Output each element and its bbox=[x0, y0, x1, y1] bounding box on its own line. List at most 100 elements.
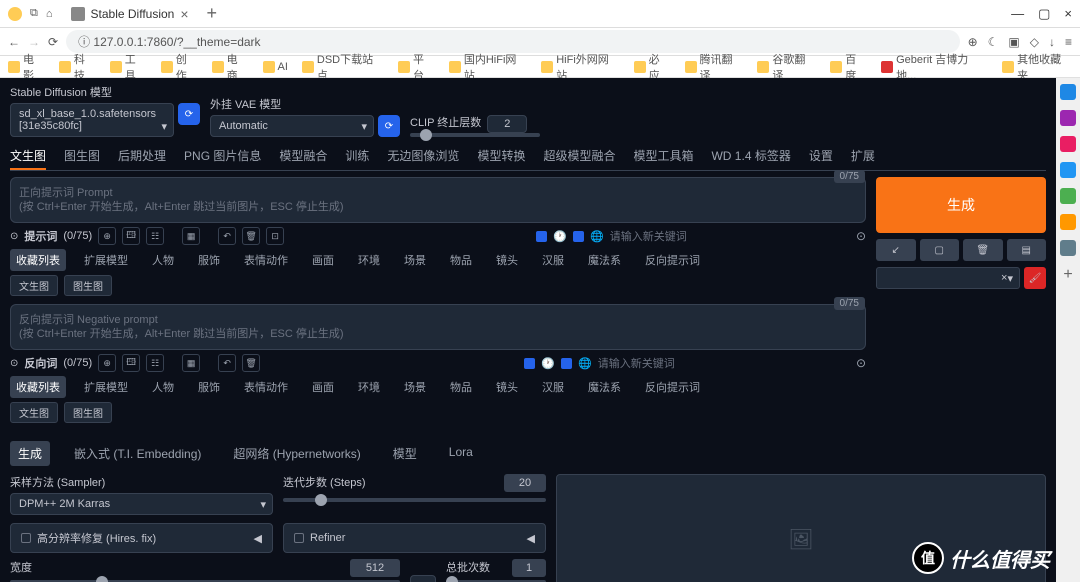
cat-neg[interactable]: 反向提示词 bbox=[639, 249, 706, 271]
tab-img2img[interactable]: 图生图 bbox=[64, 143, 100, 170]
tab-supermerge[interactable]: 超级模型融合 bbox=[543, 143, 615, 170]
refresh-vae-button[interactable]: ⟳ bbox=[378, 115, 400, 137]
sampler-select[interactable]: DPM++ 2M Karras bbox=[10, 493, 273, 515]
tab-toolbox[interactable]: 模型工具箱 bbox=[633, 143, 693, 170]
ncheckbox-2[interactable] bbox=[561, 358, 572, 369]
npill-t2i[interactable]: 文生图 bbox=[10, 402, 58, 423]
close-tab-icon[interactable]: × bbox=[180, 6, 188, 22]
nbtn-5[interactable]: ↶ bbox=[218, 354, 236, 372]
cat-expr[interactable]: 表情动作 bbox=[238, 249, 294, 271]
chevron-down-icon[interactable]: ⊙ bbox=[10, 358, 18, 369]
ncat-scene[interactable]: 画面 bbox=[306, 376, 340, 398]
refiner-accordion[interactable]: Refiner ◀ bbox=[283, 523, 546, 553]
ncat-person[interactable]: 人物 bbox=[146, 376, 180, 398]
ncat-set[interactable]: 场景 bbox=[398, 376, 432, 398]
forward-icon[interactable]: → bbox=[28, 35, 40, 49]
browser-tab[interactable]: Stable Diffusion × bbox=[61, 2, 199, 26]
npill-i2i[interactable]: 图生图 bbox=[64, 402, 112, 423]
swap-wh-button[interactable]: ⇅ bbox=[410, 575, 436, 582]
refiner-checkbox[interactable] bbox=[294, 533, 304, 543]
close-window-icon[interactable]: × bbox=[1064, 6, 1072, 22]
steps-slider[interactable] bbox=[283, 498, 546, 502]
tab-txt2img[interactable]: 文生图 bbox=[10, 143, 46, 170]
vae-select[interactable]: Automatic bbox=[210, 115, 374, 137]
cat-magic[interactable]: 魔法系 bbox=[582, 249, 627, 271]
tab-pnginfo[interactable]: PNG 图片信息 bbox=[184, 143, 261, 170]
pill-i2i[interactable]: 图生图 bbox=[64, 275, 112, 296]
home-icon[interactable]: ⌂ bbox=[46, 8, 53, 20]
chevron-down-icon[interactable]: ⊙ bbox=[10, 231, 18, 242]
side-icon-1[interactable] bbox=[1060, 84, 1076, 100]
checkbox-2[interactable] bbox=[573, 231, 584, 242]
prompt-textarea[interactable]: 0/75 正向提示词 Prompt (按 Ctrl+Enter 开始生成，Alt… bbox=[10, 177, 866, 223]
brush-button[interactable]: 🖌 bbox=[1024, 267, 1046, 289]
ext1-icon[interactable]: ▣ bbox=[1008, 35, 1019, 49]
workspace-icon[interactable]: ⧉ bbox=[30, 7, 38, 20]
expand-icon[interactable]: ⊙ bbox=[856, 229, 866, 243]
tab-browser[interactable]: 无边图像浏览 bbox=[387, 143, 459, 170]
bookmark-item[interactable]: AI bbox=[263, 61, 288, 73]
menu-icon[interactable]: ≡ bbox=[1065, 35, 1072, 49]
btn-4[interactable]: ▦ bbox=[182, 227, 200, 245]
nbtn-3[interactable]: ☷ bbox=[146, 354, 164, 372]
ncat-magic[interactable]: 魔法系 bbox=[582, 376, 627, 398]
side-icon-3[interactable] bbox=[1060, 136, 1076, 152]
tab-train[interactable]: 训练 bbox=[345, 143, 369, 170]
neg-keyword-input[interactable]: 请输入新关键词 bbox=[598, 355, 850, 371]
back-icon[interactable]: ← bbox=[8, 35, 20, 49]
checkbox-1[interactable] bbox=[536, 231, 547, 242]
steps-value[interactable]: 20 bbox=[504, 474, 546, 492]
generate-button[interactable]: 生成 bbox=[876, 177, 1046, 233]
cat-fav[interactable]: 收藏列表 bbox=[10, 249, 66, 271]
btn-7[interactable]: ⊡ bbox=[266, 227, 284, 245]
action-arrow[interactable]: ↙ bbox=[876, 239, 916, 261]
cat-scene[interactable]: 画面 bbox=[306, 249, 340, 271]
tab-tagger[interactable]: WD 1.4 标签器 bbox=[711, 143, 790, 170]
ncat-obj[interactable]: 物品 bbox=[444, 376, 478, 398]
tab-merge[interactable]: 模型融合 bbox=[279, 143, 327, 170]
clock-icon[interactable]: 🕐 bbox=[541, 357, 555, 370]
neg-prompt-textarea[interactable]: 0/75 反向提示词 Negative prompt (按 Ctrl+Enter… bbox=[10, 304, 866, 350]
clock-icon[interactable]: 🕐 bbox=[553, 230, 567, 243]
tab-settings[interactable]: 设置 bbox=[809, 143, 833, 170]
hires-accordion[interactable]: 高分辨率修复 (Hires. fix) ◀ bbox=[10, 523, 273, 553]
subtab-model[interactable]: 模型 bbox=[385, 441, 425, 466]
btn-3[interactable]: ☷ bbox=[146, 227, 164, 245]
side-add-icon[interactable]: + bbox=[1063, 266, 1072, 284]
ncat-cloth[interactable]: 服饰 bbox=[192, 376, 226, 398]
subtab-ti[interactable]: 嵌入式 (T.I. Embedding) bbox=[66, 441, 209, 466]
width-value[interactable]: 512 bbox=[350, 559, 400, 577]
nbtn-6[interactable]: 🗑 bbox=[242, 354, 260, 372]
ncat-lens[interactable]: 镜头 bbox=[490, 376, 524, 398]
cat-person[interactable]: 人物 bbox=[146, 249, 180, 271]
btn-6[interactable]: 🗑 bbox=[242, 227, 260, 245]
cat-obj[interactable]: 物品 bbox=[444, 249, 478, 271]
cat-env[interactable]: 环境 bbox=[352, 249, 386, 271]
clip-skip-slider[interactable] bbox=[410, 133, 540, 137]
maximize-icon[interactable]: ▢ bbox=[1038, 6, 1050, 22]
subtab-lora[interactable]: Lora bbox=[441, 441, 481, 466]
nbtn-4[interactable]: ▦ bbox=[182, 354, 200, 372]
minimize-icon[interactable]: — bbox=[1011, 6, 1024, 22]
ncat-fav[interactable]: 收藏列表 bbox=[10, 376, 66, 398]
styles-select[interactable]: × ▾ bbox=[876, 267, 1020, 289]
btn-1[interactable]: ⊕ bbox=[98, 227, 116, 245]
tab-extensions[interactable]: 扩展 bbox=[851, 143, 875, 170]
pill-t2i[interactable]: 文生图 bbox=[10, 275, 58, 296]
tab-convert[interactable]: 模型转换 bbox=[477, 143, 525, 170]
batch-count-value[interactable]: 1 bbox=[512, 559, 546, 577]
subtab-hyper[interactable]: 超网络 (Hypernetworks) bbox=[225, 441, 368, 466]
side-icon-2[interactable] bbox=[1060, 110, 1076, 126]
translate-icon[interactable]: ⊕ bbox=[968, 35, 978, 49]
ncat-neg[interactable]: 反向提示词 bbox=[639, 376, 706, 398]
ncheckbox-1[interactable] bbox=[524, 358, 535, 369]
cat-set[interactable]: 场景 bbox=[398, 249, 432, 271]
reader-icon[interactable]: ☾ bbox=[988, 35, 999, 49]
btn-2[interactable]: 🖽 bbox=[122, 227, 140, 245]
sd-model-select[interactable]: sd_xl_base_1.0.safetensors [31e35c80fc] bbox=[10, 103, 174, 137]
cat-hanfu[interactable]: 汉服 bbox=[536, 249, 570, 271]
ext2-icon[interactable]: ◇ bbox=[1030, 35, 1039, 49]
reload-icon[interactable]: ⟳ bbox=[48, 35, 58, 49]
tab-extras[interactable]: 后期处理 bbox=[118, 143, 166, 170]
btn-5[interactable]: ↶ bbox=[218, 227, 236, 245]
